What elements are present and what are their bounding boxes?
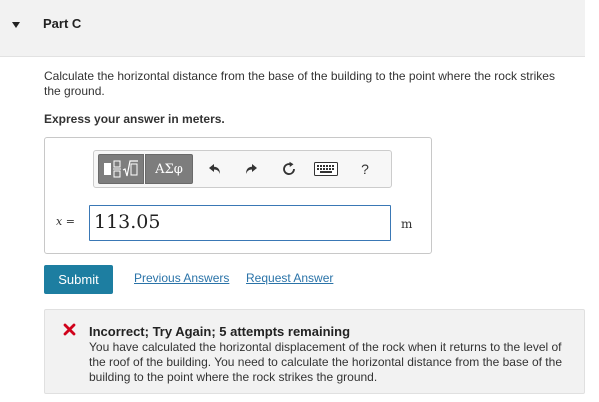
- submit-button[interactable]: Submit: [44, 265, 113, 294]
- reset-icon[interactable]: [280, 160, 298, 178]
- question-text: Calculate the horizontal distance from t…: [44, 69, 555, 98]
- help-button[interactable]: ?: [356, 160, 374, 178]
- equals-sign: =: [65, 215, 75, 228]
- part-header[interactable]: Part C: [0, 0, 585, 57]
- undo-icon[interactable]: [206, 160, 224, 178]
- symbols-button[interactable]: ΑΣφ: [145, 154, 193, 184]
- templates-icon: [104, 160, 138, 178]
- answer-box: ΑΣφ ? x = 113.05 m: [44, 137, 432, 254]
- answer-instruction: Express your answer in meters.: [44, 112, 225, 126]
- variable-name: x: [56, 215, 63, 228]
- variable-label: x =: [56, 215, 75, 228]
- request-answer-link[interactable]: Request Answer: [246, 271, 333, 285]
- feedback-text: You have calculated the horizontal displ…: [89, 340, 562, 384]
- incorrect-x-icon: [63, 323, 76, 336]
- redo-icon[interactable]: [242, 160, 260, 178]
- math-toolbar: ΑΣφ ?: [93, 150, 392, 188]
- part-title: Part C: [43, 16, 82, 31]
- collapse-caret-icon[interactable]: [12, 22, 20, 28]
- answer-input[interactable]: 113.05: [89, 205, 391, 241]
- keyboard-icon[interactable]: [313, 160, 339, 178]
- unit-label: m: [401, 217, 413, 231]
- feedback-panel: Incorrect; Try Again; 5 attempts remaini…: [44, 309, 585, 394]
- previous-answers-link[interactable]: Previous Answers: [134, 271, 229, 285]
- templates-button[interactable]: [98, 154, 144, 184]
- feedback-title: Incorrect; Try Again; 5 attempts remaini…: [89, 324, 351, 339]
